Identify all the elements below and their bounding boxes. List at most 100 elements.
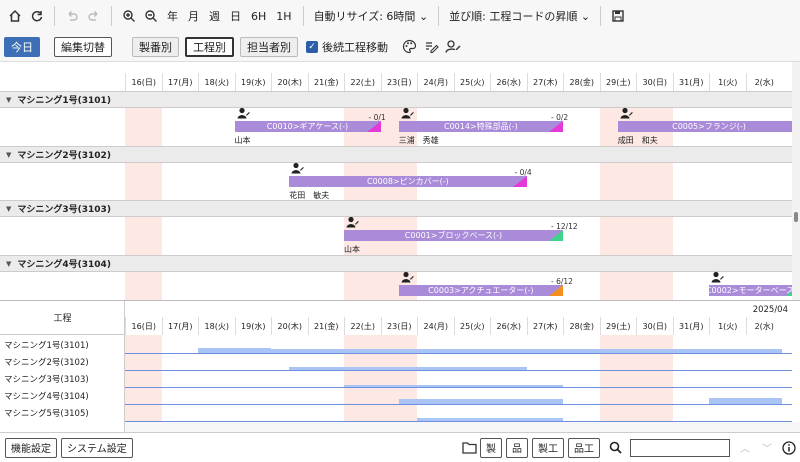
chevron-up-icon[interactable]: ︿ bbox=[734, 437, 756, 459]
load-row-label: マシニング5号(3105) bbox=[4, 409, 89, 419]
collapse-caret-icon[interactable]: ▼ bbox=[6, 205, 11, 213]
by-product-button[interactable]: 製番別 bbox=[132, 36, 179, 57]
date-header-cell: 30(日) bbox=[636, 73, 673, 91]
task-bar-label: C0001>ブロックベース(-) bbox=[404, 231, 503, 240]
person-icon bbox=[291, 162, 305, 174]
item-process-button[interactable]: 品工 bbox=[568, 437, 600, 458]
palette-icon[interactable] bbox=[398, 36, 420, 58]
zoom-out-icon[interactable] bbox=[140, 5, 162, 27]
task-bar[interactable]: C0005>フランジ(-) bbox=[617, 121, 792, 132]
task-bar[interactable]: C0001>ブロックベース(-) bbox=[344, 230, 563, 241]
date-header-cell: 22(土) bbox=[344, 73, 381, 91]
person-icon bbox=[620, 107, 633, 119]
date-header-cell: 17(月) bbox=[161, 73, 199, 91]
load-row-label: マシニング2号(3102) bbox=[4, 358, 89, 368]
by-process-button[interactable]: 工程別 bbox=[185, 36, 234, 57]
task-bar[interactable]: C0014>特殊部品(-) bbox=[398, 121, 563, 132]
search-icon bbox=[604, 437, 626, 459]
auto-resize-dropdown[interactable]: 自動リサイズ: 6時間 ⌄ bbox=[314, 8, 429, 24]
chevron-down-icon[interactable]: ﹀ bbox=[756, 437, 778, 459]
refresh-icon[interactable] bbox=[26, 5, 48, 27]
toolbar-divider bbox=[600, 6, 602, 26]
date-header-cell: 31(月) bbox=[672, 73, 710, 91]
by-person-button[interactable]: 担当者別 bbox=[240, 36, 298, 57]
home-icon[interactable] bbox=[4, 5, 26, 27]
sort-dropdown[interactable]: 並び順: 工程コードの昇順 ⌄ bbox=[449, 8, 590, 24]
task-bar[interactable]: C0008>ピンカバー(-) bbox=[289, 176, 527, 187]
group-header[interactable]: ▼ マシニング1号(3101) bbox=[0, 91, 792, 108]
date-header-cell: 16(日) bbox=[125, 317, 162, 335]
month-label: 2025/04 bbox=[752, 305, 788, 315]
task-count: - 12/12 bbox=[551, 222, 578, 231]
task-bar-label: C0014>特殊部品(-) bbox=[443, 122, 518, 131]
scale-day[interactable]: 日 bbox=[230, 8, 241, 24]
info-icon[interactable] bbox=[778, 437, 800, 459]
task-count: - 0/1 bbox=[368, 113, 386, 122]
date-header: 16(日) 17(月) 18(火) 19(水) 20(木) 21(金) 22(土) 23(日)… bbox=[125, 73, 782, 91]
follow-move-checkbox[interactable]: ✓ bbox=[306, 40, 318, 53]
vertical-scroll-thumb[interactable] bbox=[794, 212, 798, 222]
gantt-chart[interactable]: 16(日) 17(月) 18(火) 19(水) 20(木) 21(金) 22(土) 23(日)… bbox=[0, 62, 792, 300]
date-header-cell: 23(日) bbox=[380, 317, 418, 335]
task-count: - 6/12 bbox=[551, 277, 573, 286]
scale-6h[interactable]: 6H bbox=[251, 10, 266, 23]
task-bar-label: C0008>ピンカバー(-) bbox=[366, 177, 449, 186]
date-header-cell: 24(月) bbox=[417, 317, 454, 335]
system-settings-button[interactable]: システム設定 bbox=[61, 437, 133, 458]
collapse-caret-icon[interactable]: ▼ bbox=[6, 96, 11, 104]
vertical-scrollbar[interactable] bbox=[792, 62, 800, 300]
date-header-cell: 29(土) bbox=[599, 73, 637, 91]
date-header-cell: 28(金) bbox=[563, 317, 600, 335]
assignee-name: 山本 bbox=[344, 245, 360, 254]
task-bar-label: C0005>フランジ(-) bbox=[672, 122, 746, 131]
item-filter-button[interactable]: 品 bbox=[506, 437, 528, 458]
auto-resize-label: 自動リサイズ: 6時間 bbox=[313, 10, 416, 23]
task-bar[interactable]: C0002>モーターベース(-) bbox=[709, 285, 792, 296]
feature-settings-button[interactable]: 機能設定 bbox=[5, 437, 57, 458]
date-header-cell: 31(月) bbox=[672, 317, 710, 335]
assignee-name: 山本 bbox=[234, 136, 251, 145]
date-header-cell: 18(火) bbox=[198, 73, 235, 91]
search-input[interactable] bbox=[630, 438, 730, 457]
process-column-header: 工程 bbox=[0, 301, 125, 335]
product-filter-button[interactable]: 製 bbox=[480, 437, 502, 458]
chevron-down-icon: ⌄ bbox=[580, 10, 591, 23]
date-header-cell: 19(水) bbox=[234, 73, 272, 91]
edit-toggle-button[interactable]: 編集切替 bbox=[54, 36, 112, 57]
load-row-label: マシニング4号(3104) bbox=[4, 392, 89, 402]
redo-icon[interactable] bbox=[83, 5, 105, 27]
today-button[interactable]: 今日 bbox=[4, 36, 40, 57]
person-icon bbox=[401, 107, 414, 119]
group-label: マシニング3号(3103) bbox=[17, 205, 111, 215]
scale-1h[interactable]: 1H bbox=[276, 10, 291, 23]
group-header[interactable]: ▼ マシニング3号(3103) bbox=[0, 200, 792, 217]
task-count: - 0/4 bbox=[514, 168, 532, 177]
load-block bbox=[344, 385, 563, 387]
task-bar-label: C0002>モーターベース(-) bbox=[709, 286, 792, 295]
group-header[interactable]: ▼ マシニング2号(3102) bbox=[0, 146, 792, 163]
group-header[interactable]: ▼ マシニング4号(3104) bbox=[0, 255, 792, 272]
product-process-button[interactable]: 製工 bbox=[532, 437, 564, 458]
undo-icon[interactable] bbox=[61, 5, 83, 27]
collapse-caret-icon[interactable]: ▼ bbox=[6, 260, 11, 268]
folder-icon[interactable] bbox=[458, 437, 480, 459]
person-settings-icon[interactable] bbox=[442, 36, 464, 58]
date-header-cell: 30(日) bbox=[636, 317, 673, 335]
scale-week[interactable]: 週 bbox=[209, 8, 220, 24]
date-header-cell: 17(月) bbox=[161, 317, 199, 335]
load-baseline bbox=[125, 370, 792, 371]
task-bar[interactable]: C0003>アクチュエーター(-) bbox=[398, 285, 563, 296]
load-block bbox=[709, 398, 782, 404]
person-icon bbox=[401, 271, 414, 283]
zoom-in-icon[interactable] bbox=[118, 5, 140, 27]
collapse-caret-icon[interactable]: ▼ bbox=[6, 151, 11, 159]
date-header-cell: 18(火) bbox=[198, 317, 235, 335]
load-chart-labels: 工程 マシニング1号(3101) マシニング2号(3102) マシニング3号(310… bbox=[0, 301, 125, 432]
save-icon[interactable] bbox=[607, 5, 629, 27]
scale-month[interactable]: 月 bbox=[188, 8, 199, 24]
task-bar[interactable]: C0010>ギアケース(-) bbox=[234, 121, 381, 132]
date-header-cell: 22(土) bbox=[344, 317, 381, 335]
date-header-cell: 1(火) bbox=[709, 317, 746, 335]
edit-list-icon[interactable] bbox=[420, 36, 442, 58]
scale-year[interactable]: 年 bbox=[167, 8, 178, 24]
